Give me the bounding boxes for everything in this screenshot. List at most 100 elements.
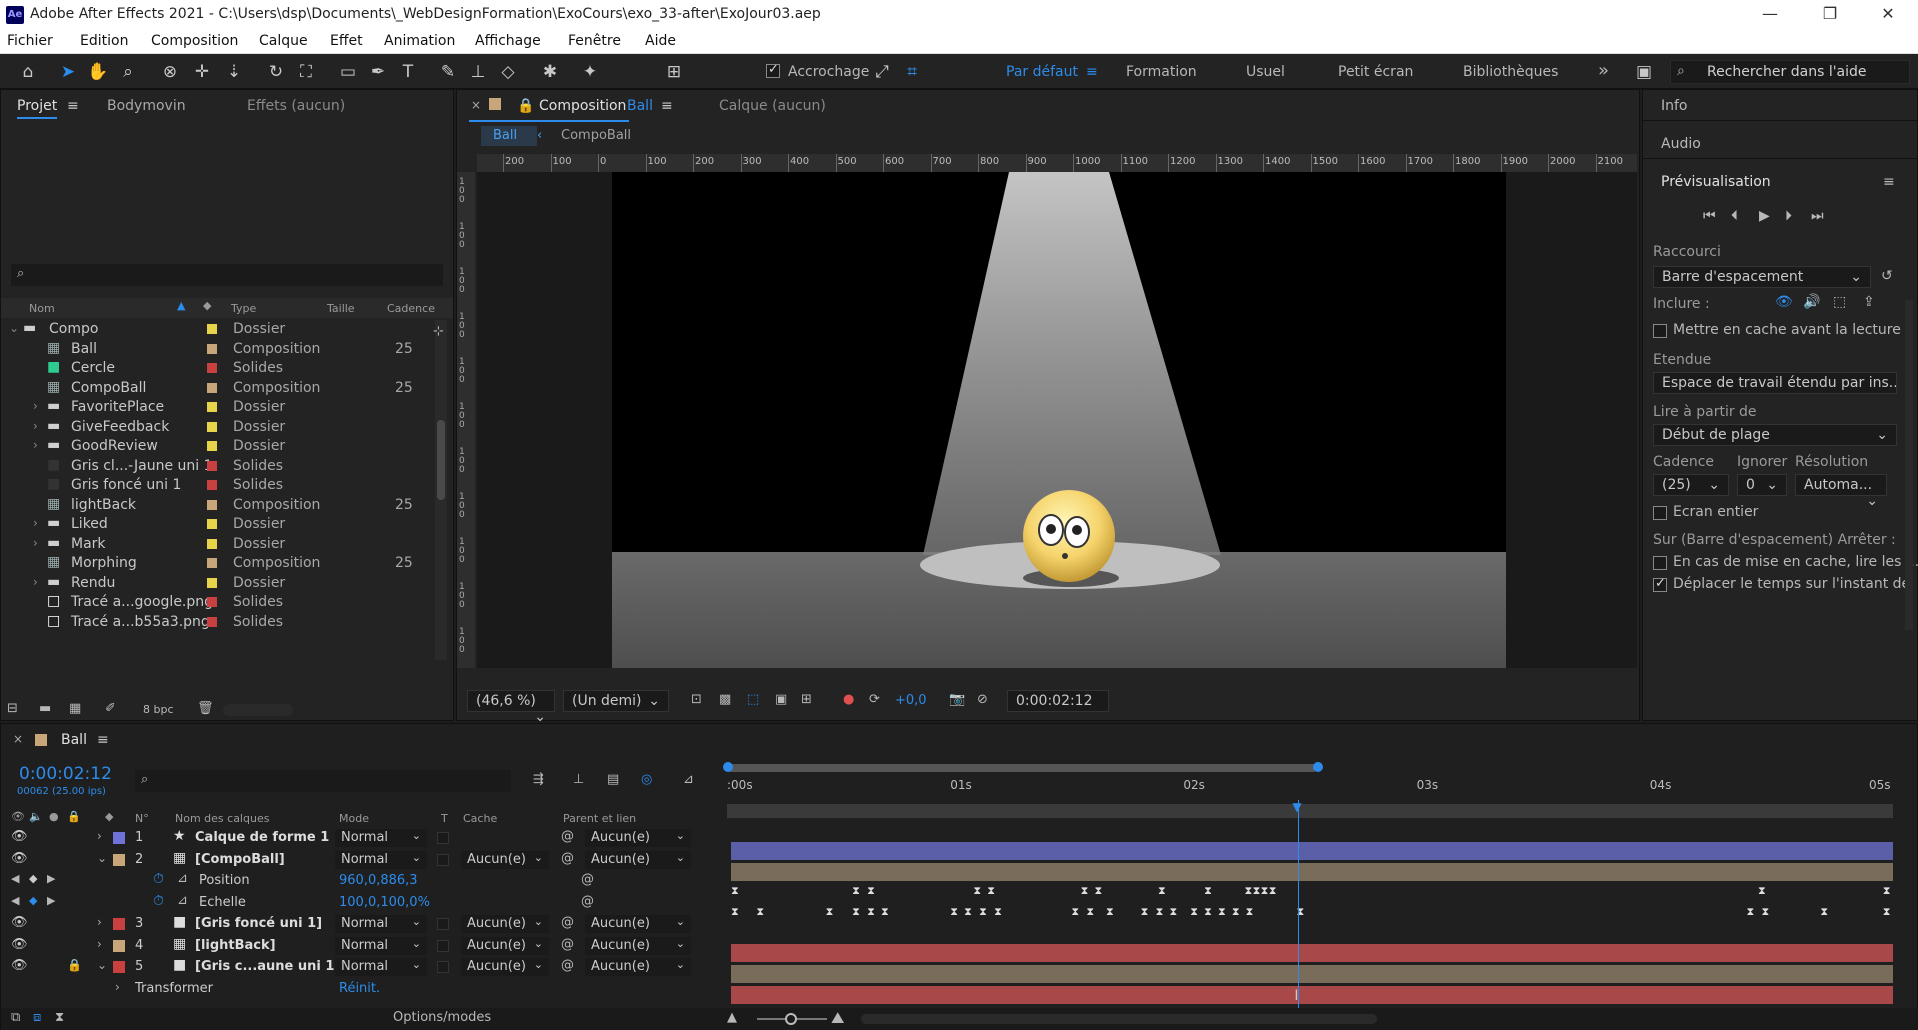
label-swatch[interactable] [207, 597, 217, 607]
expand-toggle-icon[interactable]: › [33, 438, 38, 452]
layer-label-swatch[interactable] [113, 832, 125, 844]
project-scrollbar[interactable] [435, 320, 447, 660]
tab-effets[interactable]: Effets (aucun) [247, 98, 345, 114]
trackmatte-toggle[interactable] [437, 853, 449, 866]
axis-mode-icon[interactable]: ⊞ [662, 60, 686, 84]
pen-tool-icon[interactable]: ✒ [366, 60, 390, 84]
expand-toggle-icon[interactable]: › [115, 980, 120, 994]
include-overlays-icon[interactable]: ⬚ [1833, 294, 1846, 310]
visibility-eye-icon[interactable]: 👁 [11, 829, 28, 844]
graph-icon[interactable]: ⊿ [177, 893, 188, 908]
parent-dropdown[interactable]: Aucun(e) ⌄ [585, 958, 691, 976]
new-composition-icon[interactable]: ▦ [69, 701, 81, 716]
label-column-icon[interactable]: ◆ [203, 299, 211, 312]
project-item-name[interactable]: GoodReview [71, 438, 158, 454]
pick-whip-icon[interactable]: @ [561, 958, 574, 973]
project-item[interactable]: › ▬ FavoritePlace Dossier [1, 398, 441, 417]
snap-checkbox[interactable] [766, 62, 780, 78]
scale-keyframe[interactable]: ⧗ [1218, 905, 1226, 919]
snap-options-icon[interactable]: ⤢ [870, 60, 894, 84]
draft-3d-icon[interactable]: ⊥ [573, 772, 584, 787]
include-audio-icon[interactable]: 🔊 [1803, 294, 1820, 310]
close-timeline-icon[interactable]: × [13, 732, 23, 746]
next-keyframe-icon[interactable]: ▶ [47, 894, 55, 907]
bit-depth-button[interactable]: 8 bpc [143, 703, 174, 716]
label-swatch[interactable] [207, 538, 217, 549]
label-swatch[interactable] [207, 499, 217, 510]
scale-keyframe[interactable]: ⧗ [1156, 905, 1164, 919]
scale-keyframe[interactable]: ⧗ [1762, 905, 1770, 919]
expression-pick-whip-icon[interactable]: @ [581, 894, 594, 909]
project-item[interactable]: ▦ Morphing Composition 25 [1, 554, 441, 573]
lock-switch-icon[interactable]: 🔒 [67, 810, 81, 823]
expand-toggle-icon[interactable]: › [33, 399, 38, 413]
zoom-dropdown[interactable]: (46,6 %) ⌄ [467, 690, 555, 725]
menu-affichage[interactable]: Affichage [475, 33, 541, 49]
scale-keyframe[interactable]: ⧗ [1190, 905, 1198, 919]
col-mode[interactable]: Mode [339, 812, 369, 825]
stop-option1-checkbox[interactable] [1653, 556, 1667, 570]
scale-keyframe[interactable]: ⧗ [881, 905, 889, 919]
stopwatch-icon[interactable]: ⏱ [153, 871, 164, 887]
mode-dropdown[interactable]: Normal ⌄ [335, 850, 427, 869]
minimize-button[interactable]: — [1750, 4, 1790, 26]
project-search-input[interactable]: ⌕ [11, 264, 443, 286]
scale-keyframe[interactable]: ⧗ [852, 905, 860, 919]
expand-toggle-icon[interactable]: › [33, 516, 38, 530]
project-item[interactable]: ■ Cercle Solides [1, 359, 441, 378]
playhead-marker-icon[interactable]: ▼ [1292, 800, 1301, 814]
composition-viewer[interactable] [477, 172, 1637, 668]
col-nom[interactable]: Nom [29, 302, 55, 315]
trackmatte-toggle[interactable] [437, 939, 449, 952]
dolly-camera-icon[interactable]: ⇣ [222, 60, 246, 84]
shortcut-dropdown[interactable]: Barre d'espacement ⌄ [1653, 266, 1871, 288]
project-item-name[interactable]: Tracé a...google.png [71, 594, 213, 610]
layer-label-swatch[interactable] [113, 939, 125, 952]
timeline-scrollbar[interactable] [861, 1014, 1377, 1024]
position-keyframe[interactable]: ⧗ [1261, 884, 1269, 898]
zoom-tool-icon[interactable]: ⌕ [116, 60, 140, 84]
layer-label-swatch[interactable] [113, 918, 125, 930]
transform-row[interactable]: › Transformer Réinit. [1, 979, 721, 999]
layer-row[interactable]: 👁 ⌄ 2 ▦ [CompoBall] Normal ⌄ Aucun(e) ⌄ @ Aucun(e)… [1, 850, 721, 870]
scale-keyframe[interactable]: ⧗ [1232, 905, 1240, 919]
stop-option2-checkbox[interactable] [1653, 576, 1667, 592]
audio-switch-icon[interactable]: 🔈 [29, 810, 43, 823]
workspace-bibliotheques[interactable]: Bibliothèques [1463, 64, 1558, 80]
right-panel-scrollbar[interactable] [1905, 300, 1913, 630]
scale-keyframe[interactable]: ⧗ [826, 905, 834, 919]
scale-keyframe[interactable]: ⧗ [1170, 905, 1178, 919]
transparency-grid-icon[interactable]: ▩ [719, 692, 731, 707]
resolution-dropdown[interactable]: (Un demi) ⌄ [563, 690, 669, 712]
fullscreen-checkbox[interactable] [1653, 506, 1667, 520]
expand-toggle-icon[interactable]: › [33, 419, 38, 433]
project-item-name[interactable]: Ball [71, 341, 97, 357]
expand-toggle-icon[interactable]: › [33, 575, 38, 589]
sort-ascending-icon[interactable]: ▲ [177, 299, 185, 312]
project-item[interactable]: □ Tracé a...google.png Solides [1, 593, 441, 612]
parent-dropdown[interactable]: Aucun(e) ⌄ [585, 829, 691, 847]
col-cadence[interactable]: Cadence [387, 302, 435, 315]
include-export-icon[interactable]: ⇪ [1863, 294, 1875, 310]
menu-edition[interactable]: Edition [80, 33, 128, 49]
pick-whip-icon[interactable]: @ [561, 915, 574, 930]
property-row[interactable]: ◀ ◆ ▶ ⏱ ⊿ Echelle 100,0,100,0% @ [1, 893, 721, 913]
layer-name[interactable]: Calque de forme 1 [195, 830, 329, 845]
time-navigator[interactable] [727, 804, 1893, 818]
workspace-usuel[interactable]: Usuel [1246, 64, 1285, 80]
show-snapshot-icon[interactable]: ⊘ [977, 692, 988, 707]
timeline-zoom-slider[interactable] [757, 1013, 827, 1025]
new-folder-icon[interactable]: ▬ [39, 701, 51, 716]
position-keyframe[interactable]: ⧗ [973, 884, 981, 898]
orbit-camera-icon[interactable]: ⊗ [158, 60, 182, 84]
mode-dropdown[interactable]: Normal ⌄ [335, 936, 427, 955]
scale-keyframe[interactable]: ⧗ [979, 905, 987, 919]
layer-name[interactable]: [CompoBall] [195, 852, 285, 867]
add-keyframe-icon[interactable]: ◆ [29, 894, 37, 907]
puppet-pin-icon[interactable]: ✦ [578, 60, 602, 84]
lock-icon[interactable]: 🔒 [67, 958, 82, 972]
project-item-name[interactable]: Gris cl...-Jaune uni 1 [71, 458, 213, 474]
stopwatch-icon[interactable]: ⏱ [153, 893, 164, 909]
label-swatch[interactable] [207, 402, 217, 412]
project-item-name[interactable]: Tracé a...b55a3.png [71, 614, 210, 630]
